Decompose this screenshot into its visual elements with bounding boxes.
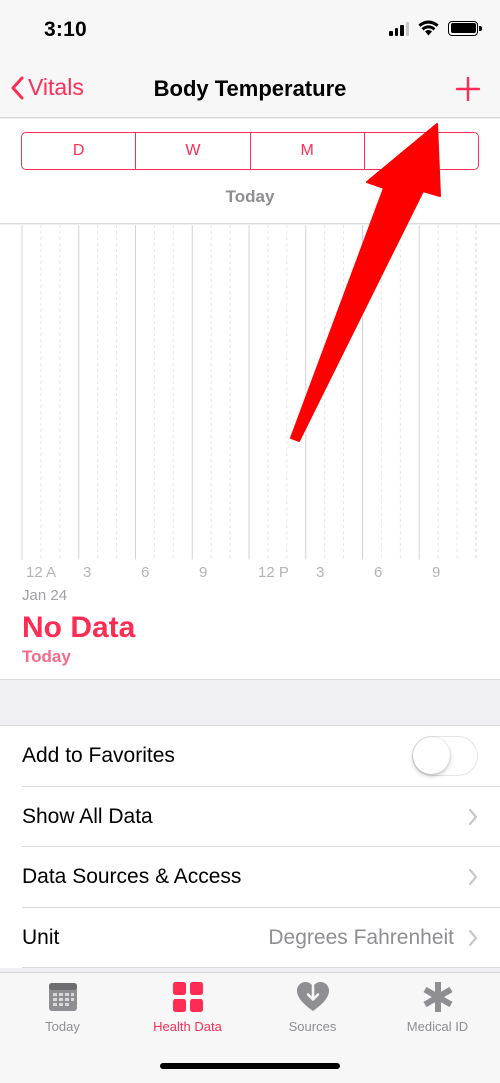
wifi-icon (418, 20, 439, 36)
tab-health-data[interactable]: Health Data (125, 981, 250, 1034)
chart-date: Jan 24 (22, 587, 68, 604)
page-title: Body Temperature (153, 76, 347, 101)
x-tick-label: 9 (432, 564, 441, 581)
time-range-segmented-control: D W M Y (21, 132, 479, 170)
add-to-favorites-label: Add to Favorites (22, 744, 175, 768)
x-tick-label: 12 P (258, 564, 289, 581)
navigation-bar: Vitals Body Temperature (0, 60, 500, 118)
x-tick-label: 12 A (26, 564, 57, 581)
data-sources-access-row[interactable]: Data Sources & Access (0, 847, 500, 908)
temperature-chart: 12 A 3 6 9 12 P 3 6 9 Jan 24 No Data Tod… (0, 225, 500, 680)
tab-label: Health Data (153, 1019, 222, 1034)
add-to-favorites-row[interactable]: Add to Favorites (0, 726, 500, 787)
data-sources-access-label: Data Sources & Access (22, 865, 242, 889)
heart-download-icon (296, 982, 329, 1011)
segment-month[interactable]: M (251, 133, 365, 169)
calendar-icon (48, 983, 77, 1011)
chart-gridlines (21, 225, 477, 561)
asterisk-icon (423, 982, 452, 1012)
range-header: D W M Y Today (0, 119, 500, 224)
x-tick-label: 9 (199, 564, 208, 581)
tab-label: Sources (288, 1019, 337, 1034)
x-tick-label: 3 (316, 564, 325, 581)
status-bar: 3:10 (0, 0, 500, 60)
unit-value: Degrees Fahrenheit (268, 925, 454, 949)
settings-list: Add to Favorites Show All Data Data Sour… (0, 725, 500, 968)
plus-icon (455, 76, 481, 102)
show-all-data-label: Show All Data (22, 804, 153, 828)
x-tick-label: 6 (141, 564, 150, 581)
tab-medical-id[interactable]: Medical ID (375, 981, 500, 1034)
tab-today[interactable]: Today (0, 981, 125, 1034)
date-range-label: Today (225, 187, 275, 206)
battery-icon (448, 20, 482, 36)
tab-label: Medical ID (406, 1019, 469, 1034)
x-tick-label: 3 (83, 564, 92, 581)
favorites-toggle[interactable] (412, 736, 478, 777)
add-data-button[interactable] (455, 76, 481, 106)
segment-week[interactable]: W (136, 133, 251, 169)
tab-label: Today (45, 1019, 80, 1034)
tab-sources[interactable]: Sources (250, 981, 375, 1034)
unit-row[interactable]: Unit Degrees Fahrenheit (0, 908, 500, 969)
status-icons (389, 20, 482, 36)
unit-label: Unit (22, 925, 60, 949)
segment-year[interactable]: Y (365, 133, 478, 169)
cellular-signal-icon (389, 21, 409, 36)
toggle-knob (413, 737, 450, 775)
no-data-sublabel: Today (22, 647, 71, 666)
grid-icon (172, 982, 203, 1012)
home-indicator (160, 1063, 340, 1069)
status-time: 3:10 (44, 18, 87, 41)
show-all-data-row[interactable]: Show All Data (0, 787, 500, 848)
segment-day[interactable]: D (22, 133, 137, 169)
no-data-label: No Data (22, 611, 136, 644)
chevron-right-icon (468, 929, 478, 946)
x-tick-label: 6 (374, 564, 383, 581)
chevron-right-icon (468, 869, 478, 886)
chevron-right-icon (468, 808, 478, 825)
